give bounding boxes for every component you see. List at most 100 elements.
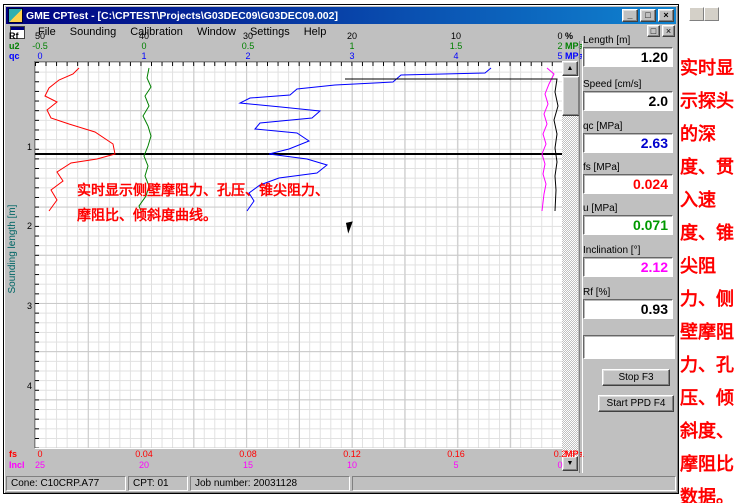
axis-tick: 0.16 xyxy=(447,449,465,459)
close-button[interactable]: × xyxy=(658,9,674,22)
axis-tick: 1 xyxy=(349,41,354,51)
axis-tick: 30 xyxy=(243,31,253,41)
scroll-up-button[interactable]: ▲ xyxy=(562,61,578,76)
rf-field: Rf [%] 0.93 xyxy=(583,287,673,319)
side-note: 实时显示探头的深度、贯入速度、锥尖阻力、侧壁摩阻力、孔压、倾斜度、摩阻比数据。 xyxy=(680,52,749,503)
plot-scrollbar[interactable]: ▲ ▼ xyxy=(562,61,578,471)
axis-tick: 10 xyxy=(347,460,357,470)
y-axis-title: Sounding length [m] xyxy=(7,189,19,309)
speed-field: Speed [cm/s] 2.0 xyxy=(583,79,673,111)
window-title: GME CPTest - [C:\CPTEST\Projects\G03DEC0… xyxy=(26,10,622,22)
fs-value: 0.024 xyxy=(583,174,673,194)
qc-axis-ticks: 0 1 2 3 4 5 xyxy=(4,51,580,61)
start-ppd-button[interactable]: Start PPD F4 xyxy=(598,395,674,412)
fs-field: fs [MPa] 0.024 xyxy=(583,162,673,194)
rf-label: Rf [%] xyxy=(583,287,673,298)
speed-label: Speed [cm/s] xyxy=(583,79,673,90)
axis-row-u2: u2 -0.500.511.52 MPa xyxy=(4,41,580,51)
axis-tick: 0 xyxy=(141,41,146,51)
maximize-button[interactable]: □ xyxy=(640,9,656,22)
axis-tick: 0.5 xyxy=(242,41,255,51)
axis-tick: 1.5 xyxy=(450,41,463,51)
status-cpt: CPT: 01 xyxy=(128,476,188,491)
app-icon xyxy=(8,8,23,23)
inclination-value: 2.12 xyxy=(583,257,673,277)
inclination-value-text: 2.12 xyxy=(641,259,668,275)
incl-axis-ticks: 25 20 15 10 5 0 xyxy=(4,460,580,470)
scrollbar-thumb[interactable] xyxy=(562,76,580,116)
axis-row-incl: Incl 2520151050 xyxy=(4,460,580,470)
u-value-text: 0.071 xyxy=(633,217,668,233)
status-job-number: Job number: 20031128 xyxy=(190,476,350,491)
depth-tick-3: 3 xyxy=(18,301,32,311)
inclination-field: Inclination [°] 2.12 xyxy=(583,245,673,277)
length-value-text: 1.20 xyxy=(641,49,668,65)
minimize-button[interactable]: _ xyxy=(622,9,638,22)
axis-row-qc: qc 012345 MPa xyxy=(4,51,580,61)
external-minimize-button[interactable] xyxy=(689,7,704,21)
axis-tick: 50 xyxy=(35,31,45,41)
axis-row-rf: Rf 50403020100 % xyxy=(4,31,580,41)
axis-tick: 2 xyxy=(245,51,250,61)
qc-value: 2.63 xyxy=(583,133,673,153)
window-controls: _ □ × xyxy=(622,9,674,22)
axis-tick: 0.08 xyxy=(239,449,257,459)
axis-tick: 40 xyxy=(139,31,149,41)
axis-tick: -0.5 xyxy=(32,41,48,51)
u-field: u [MPa] 0.071 xyxy=(583,203,673,235)
status-cone: Cone: C10CRP.A77 xyxy=(6,476,126,491)
external-maximize-button[interactable] xyxy=(704,7,719,21)
plot-annotation: 实时显示侧壁摩阻力、孔压、锥尖阻力、 摩阻比、倾斜度曲线。 xyxy=(77,178,422,228)
title-bar[interactable]: GME CPTest - [C:\CPTEST\Projects\G03DEC0… xyxy=(6,7,676,24)
fs-label: fs [MPa] xyxy=(583,162,673,173)
axis-tick: 5 xyxy=(557,51,562,61)
axis-tick: 20 xyxy=(139,460,149,470)
fs-axis-ticks: 00.040.080.120.160.2 xyxy=(4,449,580,459)
axis-tick: 25 xyxy=(35,460,45,470)
qc-field: qc [MPa] 2.63 xyxy=(583,121,673,153)
axis-tick: 4 xyxy=(453,51,458,61)
axis-tick: 1 xyxy=(141,51,146,61)
axis-tick: 3 xyxy=(349,51,354,61)
axis-tick: 0 xyxy=(37,51,42,61)
axis-tick: 5 xyxy=(453,460,458,470)
speed-value: 2.0 xyxy=(583,91,673,111)
axis-row-fs: fs 00.040.080.120.160.2 MPa xyxy=(4,449,580,459)
axis-tick: 10 xyxy=(451,31,461,41)
u-value: 0.071 xyxy=(583,215,673,235)
message-box xyxy=(583,335,675,359)
scroll-up-icon: ▲ xyxy=(567,65,574,72)
axis-tick: 0 xyxy=(557,31,562,41)
depth-tick-1: 1 xyxy=(18,142,32,152)
page: GME CPTest - [C:\CPTEST\Projects\G03DEC0… xyxy=(0,0,749,503)
length-label: Length [m] xyxy=(583,35,673,46)
sounding-plot: 实时显示侧壁摩阻力、孔压、锥尖阻力、 摩阻比、倾斜度曲线。 xyxy=(34,61,564,449)
plot-curves xyxy=(35,62,563,448)
inclination-label: Inclination [°] xyxy=(583,245,673,256)
axis-tick: 20 xyxy=(347,31,357,41)
qc-value-text: 2.63 xyxy=(641,135,668,151)
axis-tick: 0 xyxy=(557,460,562,470)
u2-axis-ticks: -0.5 0 0.5 1 1.5 2 xyxy=(4,41,580,51)
status-bar: Cone: C10CRP.A77 CPT: 01 Job number: 200… xyxy=(6,476,676,491)
rf-axis-ticks: 50 40 30 20 10 0 xyxy=(4,31,580,41)
u-label: u [MPa] xyxy=(583,203,673,214)
depth-tick-2: 2 xyxy=(18,221,32,231)
fs-value-text: 0.024 xyxy=(633,176,668,192)
stop-button[interactable]: Stop F3 xyxy=(602,369,670,386)
length-field: Length [m] 1.20 xyxy=(583,35,673,67)
rf-value: 0.93 xyxy=(583,299,673,319)
app-window: GME CPTest - [C:\CPTEST\Projects\G03DEC0… xyxy=(3,4,679,494)
inclination-curve xyxy=(542,68,554,211)
axis-tick: 15 xyxy=(243,460,253,470)
length-value: 1.20 xyxy=(583,47,673,67)
axis-tick: 2 xyxy=(557,41,562,51)
status-empty xyxy=(352,476,676,491)
qc-label: qc [MPa] xyxy=(583,121,673,132)
speed-value-text: 2.0 xyxy=(649,93,668,109)
rf-axis-unit: % xyxy=(565,31,573,41)
depth-tick-4: 4 xyxy=(18,381,32,391)
axis-tick: 0.04 xyxy=(135,449,153,459)
axis-tick: 0 xyxy=(37,449,42,459)
axis-tick: 0.12 xyxy=(343,449,361,459)
